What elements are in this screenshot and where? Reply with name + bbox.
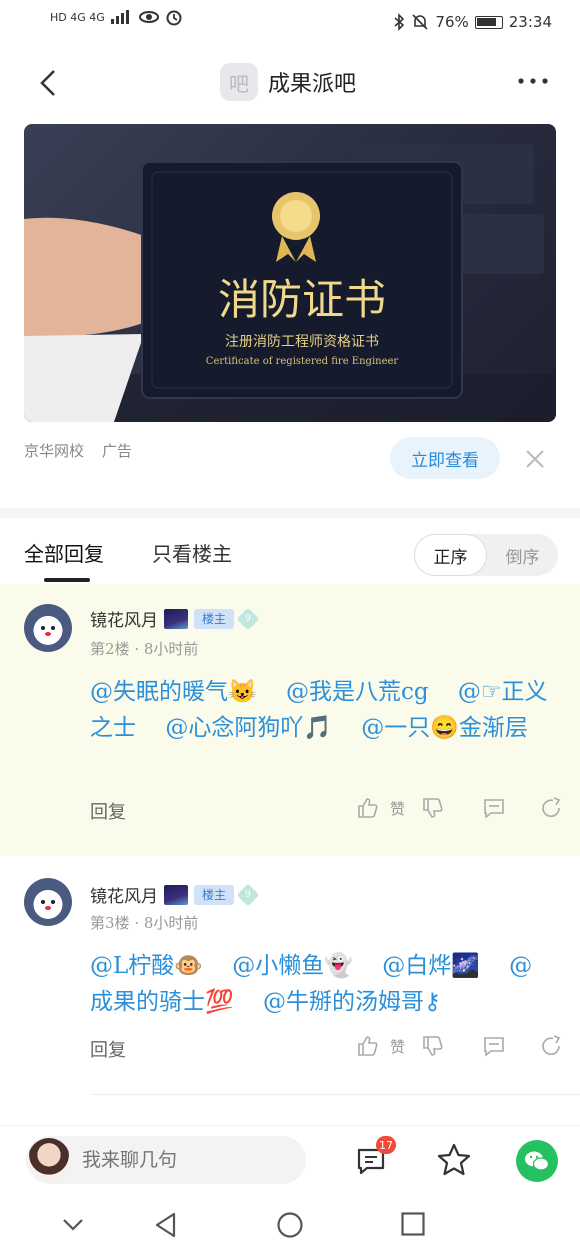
- signal-icon: [110, 10, 129, 24]
- ad-meta: 京华网校 广告: [24, 440, 132, 461]
- post-time: 8小时前: [143, 640, 199, 658]
- avatar[interactable]: [24, 878, 72, 926]
- post-content: @L柠酸🐵 @小懒鱼👻 @白烨🌌 @成果的骑士💯 @牛掰的汤姆哥⚷: [90, 948, 550, 1020]
- clock: 23:34: [508, 13, 552, 31]
- message-count-badge: 17: [376, 1136, 396, 1154]
- mention-link[interactable]: @我是八荒cg: [286, 679, 429, 705]
- signal-text: HD 4G 4G: [50, 10, 105, 24]
- post-content: @失眠的暖气😺 @我是八荒cg @☞正义之士 @心念阿狗吖🎵 @一只😄金渐层: [90, 674, 550, 746]
- wechat-share-icon[interactable]: [516, 1140, 558, 1182]
- post-time: 8小时前: [143, 914, 199, 932]
- forum-avatar: 吧: [220, 63, 258, 101]
- ad-image-subtitle: 注册消防工程师资格证书: [225, 334, 379, 350]
- like-label[interactable]: 赞: [390, 1036, 405, 1057]
- favorite-star-icon[interactable]: [436, 1142, 472, 1178]
- reply-tabs: 全部回复 只看楼主 正序 倒序: [0, 518, 580, 584]
- op-badge: 楼主: [194, 884, 235, 905]
- mention-link[interactable]: @失眠的暖气😺: [90, 679, 257, 705]
- thumbs-down-icon[interactable]: [421, 796, 445, 820]
- post-actions: 赞: [356, 1034, 563, 1058]
- ad-source: 京华网校: [24, 442, 85, 460]
- mention-link[interactable]: @牛掰的汤姆哥⚷: [263, 989, 441, 1015]
- thumbs-down-icon[interactable]: [421, 1034, 445, 1058]
- floor-number: 第2楼: [90, 640, 130, 658]
- reply-post: 镜花风月 楼主 9 第3楼 · 8小时前 @L柠酸🐵 @小懒鱼👻 @白烨🌌 @成…: [0, 856, 580, 1092]
- sort-toggle: 正序 倒序: [414, 534, 558, 576]
- comment-icon[interactable]: [481, 1034, 507, 1058]
- back-arrow-icon[interactable]: [34, 65, 64, 101]
- status-right-group: 76% 23:34: [393, 13, 552, 31]
- mention-link[interactable]: @心念阿狗吖🎵: [165, 715, 332, 741]
- reply-button[interactable]: 回复: [90, 798, 126, 824]
- mention-link[interactable]: @一只😄金渐层: [361, 715, 528, 741]
- ad-image-caption: Certificate of registered fire Engineer: [206, 356, 399, 367]
- nav-home-icon[interactable]: [276, 1211, 304, 1239]
- section-divider: [0, 508, 580, 518]
- mute-bell-icon: [412, 14, 428, 30]
- post-author[interactable]: 镜花风月 楼主 9: [90, 882, 260, 907]
- avatar[interactable]: [24, 604, 72, 652]
- ad-label: 广告: [102, 442, 133, 460]
- tab-all-replies[interactable]: 全部回复: [24, 538, 104, 567]
- alarm-icon: [166, 10, 182, 26]
- like-label[interactable]: 赞: [390, 798, 405, 819]
- floor-number: 第3楼: [90, 914, 130, 932]
- bottom-comment-bar: 17: [0, 1125, 580, 1197]
- ad-view-now-button[interactable]: 立即查看: [390, 437, 500, 479]
- status-bar: HD 4G 4G 76% 23:34: [0, 0, 580, 48]
- galaxy-icon: [164, 884, 188, 905]
- post-meta: 第3楼 · 8小时前: [90, 914, 199, 932]
- forum-name: 成果派吧: [268, 72, 357, 97]
- tab-op-only[interactable]: 只看楼主: [152, 538, 232, 567]
- username[interactable]: 镜花风月: [90, 606, 158, 631]
- ad-banner-image[interactable]: 消防证书 注册消防工程师资格证书 Certificate of register…: [24, 124, 556, 422]
- comment-icon[interactable]: [481, 796, 507, 820]
- battery-icon: [474, 15, 503, 29]
- system-nav-bar: [0, 1197, 580, 1257]
- close-icon[interactable]: [522, 446, 548, 472]
- share-icon[interactable]: [539, 1034, 563, 1058]
- status-signal-group: HD 4G 4G: [50, 8, 183, 26]
- level-badge: 9: [236, 883, 260, 906]
- forum-title[interactable]: 吧 成果派吧: [220, 63, 356, 101]
- certificate-illustration: 消防证书 注册消防工程师资格证书 Certificate of register…: [24, 144, 556, 422]
- nav-recents-icon[interactable]: [400, 1211, 426, 1237]
- battery-percent: 76%: [435, 13, 469, 31]
- mention-link[interactable]: @小懒鱼👻: [232, 953, 353, 979]
- active-tab-indicator: [44, 578, 90, 582]
- bluetooth-icon: [394, 13, 405, 31]
- op-badge: 楼主: [194, 608, 235, 629]
- chevron-down-icon[interactable]: [60, 1211, 86, 1237]
- galaxy-icon: [164, 608, 188, 629]
- sort-ascending-option[interactable]: 正序: [414, 534, 487, 576]
- reply-button[interactable]: 回复: [90, 1036, 126, 1062]
- post-separator: [90, 1094, 580, 1095]
- level-badge: 9: [236, 607, 260, 630]
- reply-post: 镜花风月 楼主 9 第2楼 · 8小时前 @失眠的暖气😺 @我是八荒cg @☞正…: [0, 584, 580, 856]
- more-options-icon[interactable]: [516, 71, 550, 91]
- nav-back-icon[interactable]: [152, 1211, 180, 1239]
- avatar: [28, 1138, 70, 1180]
- thumbs-up-icon[interactable]: [356, 796, 380, 820]
- share-icon[interactable]: [539, 796, 563, 820]
- post-meta: 第2楼 · 8小时前: [90, 640, 199, 658]
- top-nav-bar: 吧 成果派吧: [0, 55, 580, 111]
- eye-icon: [138, 11, 159, 23]
- mention-link[interactable]: @L柠酸🐵: [90, 953, 203, 979]
- post-actions: 赞: [356, 796, 563, 820]
- ad-image-title: 消防证书: [218, 275, 386, 324]
- sort-descending-option[interactable]: 倒序: [487, 534, 558, 576]
- username[interactable]: 镜花风月: [90, 882, 158, 907]
- thumbs-up-icon[interactable]: [356, 1034, 380, 1058]
- post-author[interactable]: 镜花风月 楼主 9: [90, 606, 260, 631]
- mention-link[interactable]: @白烨🌌: [382, 953, 480, 979]
